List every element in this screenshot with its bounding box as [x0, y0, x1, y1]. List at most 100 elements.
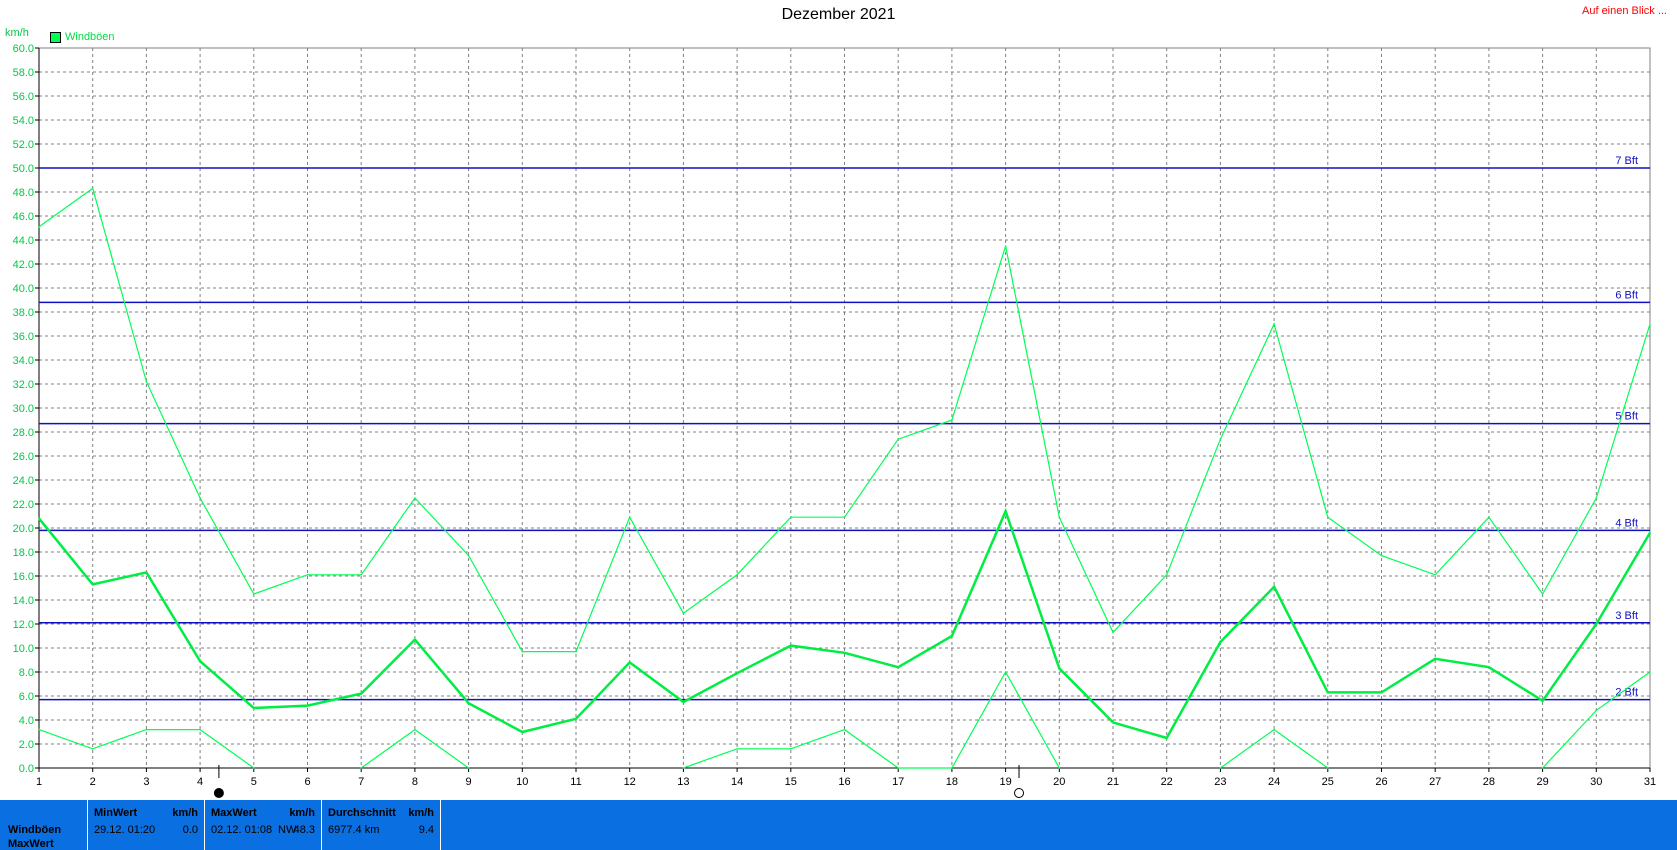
max-unit: km/h	[289, 807, 315, 819]
x-tick-label: 7	[358, 776, 364, 788]
data-point-avg	[1273, 586, 1275, 588]
avg-value: 9.4	[418, 824, 434, 836]
x-tick-label: 13	[677, 776, 689, 788]
data-point-max	[306, 574, 309, 576]
data-point-max	[790, 516, 792, 518]
full-moon-icon	[213, 788, 224, 798]
y-tick-label: 6.0	[19, 691, 34, 703]
x-tick-label: 3	[143, 776, 149, 788]
data-point-max	[1434, 574, 1436, 576]
y-tick-label: 46.0	[13, 211, 34, 223]
data-point-min	[736, 748, 738, 750]
x-tick-label: 8	[412, 776, 418, 788]
data-point-min	[682, 767, 685, 769]
x-tick-label: 4	[197, 776, 203, 788]
y-tick-label: 52.0	[13, 139, 34, 151]
y-tick-label: 56.0	[13, 91, 34, 103]
data-point-avg	[1165, 737, 1168, 739]
min-date: 29.12. 01:20	[94, 824, 156, 836]
y-tick-label: 58.0	[13, 67, 34, 79]
data-point-avg	[736, 672, 738, 674]
data-point-avg	[38, 517, 40, 520]
data-point-max	[199, 497, 201, 499]
data-point-min	[1219, 767, 1222, 769]
y-tick-label: 12.0	[13, 619, 34, 631]
data-point-max	[736, 574, 738, 576]
data-point-max	[521, 650, 524, 653]
y-tick-label: 2.0	[19, 739, 34, 751]
data-point-max	[843, 516, 846, 518]
footer-avg-cell: Durchschnitt km/h 6977.4 km 9.4	[322, 800, 441, 850]
x-tick-label: 24	[1268, 776, 1280, 788]
data-point-max	[414, 497, 416, 499]
bft-reference-label: 5 Bft	[1615, 411, 1638, 423]
y-tick-label: 38.0	[13, 307, 34, 319]
bft-reference-label: 7 Bft	[1615, 155, 1638, 167]
y-tick-label: 24.0	[13, 475, 34, 487]
data-point-min	[467, 767, 470, 769]
data-point-avg	[1219, 641, 1222, 643]
data-point-avg	[1112, 721, 1114, 724]
x-tick-label: 11	[570, 776, 581, 788]
y-tick-label: 26.0	[13, 451, 34, 463]
y-tick-label: 48.0	[13, 187, 34, 199]
y-tick-label: 8.0	[19, 667, 34, 679]
data-point-min	[145, 728, 148, 731]
avg-distance: 6977.4 km	[328, 824, 380, 836]
avg-header: Durchschnitt	[328, 807, 396, 819]
data-point-max	[1541, 593, 1544, 595]
x-tick-label: 31	[1644, 776, 1656, 788]
data-point-avg	[575, 718, 577, 720]
data-point-max	[1165, 574, 1168, 576]
data-point-avg	[1649, 532, 1651, 534]
data-point-avg	[360, 692, 363, 695]
x-tick-label: 14	[731, 776, 743, 788]
data-point-min	[414, 728, 416, 731]
x-tick-label: 28	[1483, 776, 1495, 788]
x-tick-label: 17	[892, 776, 904, 788]
data-point-max	[682, 612, 685, 614]
data-point-avg	[628, 661, 631, 664]
row-label-gusts: Windböen	[8, 824, 62, 836]
max-date: 02.12. 01:08	[211, 824, 273, 836]
data-point-avg	[467, 702, 470, 704]
x-tick-label: 2	[90, 776, 96, 788]
x-tick-label: 18	[946, 776, 958, 788]
data-point-avg	[897, 666, 899, 668]
y-tick-label: 42.0	[13, 259, 34, 271]
min-value: 0.0	[182, 824, 198, 836]
y-tick-label: 18.0	[13, 547, 34, 559]
footer-label-cell: Windböen MaxWert	[0, 800, 88, 850]
y-tick-label: 44.0	[13, 235, 34, 247]
x-tick-label: 25	[1322, 776, 1334, 788]
data-point-max	[1595, 497, 1598, 499]
x-tick-label: 23	[1214, 776, 1226, 788]
data-point-max	[1004, 245, 1007, 247]
data-point-max	[145, 380, 148, 383]
data-point-min	[897, 767, 899, 769]
data-point-min	[1541, 767, 1544, 769]
data-point-max	[1649, 323, 1651, 325]
max-value: 48.3	[293, 824, 315, 836]
data-point-avg	[682, 701, 685, 703]
y-tick-label: 20.0	[13, 523, 34, 535]
y-tick-label: 54.0	[13, 115, 34, 127]
data-point-max	[253, 593, 255, 595]
data-point-max	[1112, 631, 1114, 634]
data-point-avg	[790, 644, 792, 647]
data-point-max	[1219, 438, 1222, 441]
bft-reference-label: 3 Bft	[1615, 610, 1638, 622]
footer-max-cell: MaxWert km/h 02.12. 01:08 NW 48.3	[205, 800, 322, 850]
bft-reference-label: 4 Bft	[1615, 517, 1638, 529]
wind-gust-chart: 0.0 2.0 4.0 6.0 8.0 10.0 12.0 14.0 16.0 18.0 20.0 2…	[13, 43, 1656, 798]
y-tick-label: 36.0	[13, 331, 34, 343]
data-point-max	[628, 516, 631, 518]
data-point-min	[199, 728, 201, 731]
y-tick-label: 40.0	[13, 283, 34, 295]
data-point-max	[575, 650, 577, 653]
y-tick-label: 0.0	[19, 763, 34, 775]
x-tick-label: 5	[251, 776, 257, 788]
data-point-avg	[843, 652, 846, 654]
data-point-min	[843, 728, 846, 731]
min-header: MinWert	[94, 807, 138, 819]
